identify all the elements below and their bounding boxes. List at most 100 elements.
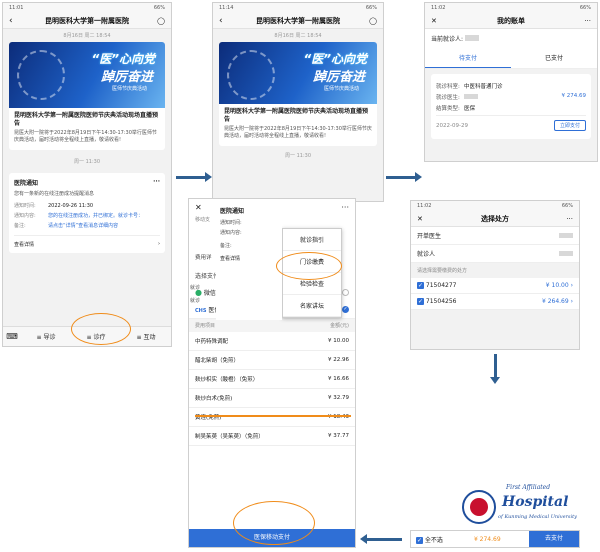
notice-detail-label[interactable]: 查看详情 xyxy=(216,252,282,265)
more-icon[interactable]: ··· xyxy=(341,203,349,212)
notice-detail-link[interactable]: 查看详情 › xyxy=(14,234,160,248)
patient-name-blur xyxy=(559,251,573,256)
dna-graphic xyxy=(227,50,275,100)
notice-remark-label: 备注: xyxy=(220,243,232,249)
battery-level: 66% xyxy=(579,5,591,11)
phone-bill: 11:02 66% ✕ 我的账单 ··· 当前就诊人: 待支付 已支付 就诊科室… xyxy=(424,2,598,162)
prescription-row[interactable]: ✓ 71504256 ¥ 264.69 › xyxy=(411,294,579,310)
notice-sub: 您有一条新的在线注册成功提醒消息 xyxy=(14,190,95,197)
insurance-radio[interactable]: ✓ xyxy=(342,306,349,313)
fee-list: 中药特殊调配 ¥ 10.00 醋北柴胡（免煎） ¥ 22.96 麸炒枳实（酸橙）（免煎）… xyxy=(189,332,355,446)
page-title: 我的账单 xyxy=(497,16,525,25)
menu-item-guide[interactable]: 就诊指引 xyxy=(283,229,341,251)
nav-bar: ‹ 昆明医科大学第一附属医院 ◯ xyxy=(3,13,171,29)
article-date: 8月16日 周二 18:54 xyxy=(274,33,322,39)
notice-card[interactable]: 医院通知 ··· 您有一条新的在线注册成功提醒消息 通知时间: 2022-09-26… xyxy=(9,172,165,253)
logo-line2: Hospital xyxy=(502,494,569,510)
fee-item-name: 麸炒白术(免煎) xyxy=(195,396,233,402)
fee-item-amount: ¥ 22.96 xyxy=(328,357,349,363)
page-title: 昆明医科大学第一附属医院 xyxy=(256,16,340,25)
message-time: 周一 11:30 xyxy=(74,158,100,165)
col-item: 费用项目 xyxy=(195,323,216,329)
notice-content-value: 您的在线注册成功，并已绑定。就诊卡号： xyxy=(48,212,144,219)
select-hint: 请选择需要缴费的处方 xyxy=(417,268,468,274)
checkbox-checked-icon[interactable]: ✓ xyxy=(417,298,424,305)
fee-row: 醋北柴胡（免煎） ¥ 22.96 xyxy=(189,351,355,370)
back-icon[interactable]: ‹ xyxy=(9,16,13,26)
more-icon[interactable]: ··· xyxy=(153,178,160,187)
page-title: 昆明医科大学第一附属医院 xyxy=(45,16,129,25)
fee-item-amount: ¥ 32.79 xyxy=(328,395,349,401)
fee-item-name: 中药特殊调配 xyxy=(195,339,229,345)
fee-item-name: 麸炒枳实（酸橙）（免煎） xyxy=(195,377,259,383)
highlight-clinic xyxy=(71,313,131,345)
fee-row: 黄连(免煎) ¥ 18.43 xyxy=(189,408,355,427)
bill-card[interactable]: 就诊科室: 中医科普通门诊 就诊医生: ¥ 274.69 结算类型: 医保 2022-… xyxy=(431,74,591,139)
fee-row: 麸炒白术(免煎) ¥ 32.79 xyxy=(189,389,355,408)
article-desc: 昆医大附一院将于2022年8月19日下午14:30-17:30举行医师节庆典活动… xyxy=(224,126,372,140)
more-icon[interactable]: ··· xyxy=(584,17,591,25)
back-icon[interactable]: ‹ xyxy=(219,16,223,26)
bill-amount: ¥ 274.69 xyxy=(561,93,587,99)
flow-arrow-1 xyxy=(176,172,212,182)
tab-unpaid[interactable]: 待支付 xyxy=(425,48,511,68)
wechat-radio[interactable] xyxy=(342,289,349,296)
doctor-label: 开单医生 xyxy=(417,233,442,240)
article-title: 昆明医科大学第一附属医院医师节庆典活动现场直播预告 xyxy=(14,112,159,128)
banner-line1: “医”心向党 xyxy=(91,52,155,66)
patient-name-blur xyxy=(464,35,479,41)
close-icon[interactable]: ✕ xyxy=(417,215,423,223)
nav-bar: ✕ 选择处方 ··· xyxy=(411,211,579,227)
prescription-code: 71504277 xyxy=(425,282,457,289)
phone-home: 11:01 66% ‹ 昆明医科大学第一附属医院 ◯ 8月16日 周二 18:5… xyxy=(2,2,172,347)
menu-item-lecture[interactable]: 名家讲坛 xyxy=(283,295,341,317)
fee-table-header: 费用项目 金额(元) xyxy=(189,319,355,332)
user-icon[interactable]: ◯ xyxy=(369,17,377,25)
prescription-code: 71504256 xyxy=(425,298,457,305)
notice-title: 医院通知 xyxy=(220,208,245,215)
select-footer: ✓ 全不选 ¥ 274.69 去支付 xyxy=(410,530,580,548)
keyboard-icon[interactable]: ⌨ xyxy=(3,332,21,341)
doctor-name-blur xyxy=(464,94,478,99)
close-icon[interactable]: ✕ xyxy=(431,17,437,25)
prescription-amount: ¥ 264.69 xyxy=(541,298,569,305)
current-patient-label: 当前就诊人: xyxy=(431,36,464,43)
hospital-logo: First Affiliated Hospital of Kunming Med… xyxy=(462,482,592,532)
select-all-checkbox[interactable]: ✓ xyxy=(416,536,423,544)
total-amount: ¥ 274.69 xyxy=(473,535,501,543)
article-banner: “医”心向党 踔厉奋进 医师节庆典活动 xyxy=(9,42,165,108)
highlight-insurance-underline xyxy=(195,415,351,417)
logo-line3: of Kunming Medical University xyxy=(498,514,577,520)
more-icon[interactable]: ··· xyxy=(566,215,573,223)
select-all-label[interactable]: 全不选 xyxy=(425,537,443,544)
go-pay-button[interactable]: 去支付 xyxy=(529,531,579,547)
patient-label: 就诊人 xyxy=(417,251,436,258)
checkbox-checked-icon[interactable]: ✓ xyxy=(417,282,424,289)
close-icon[interactable]: ✕ xyxy=(195,203,202,212)
chs-icon: CHS xyxy=(195,308,207,314)
status-bar: 11:01 66% xyxy=(3,3,171,13)
battery-level: 66% xyxy=(561,203,573,209)
notice-remark-value: 请点击“详情”查看消息详细内容 xyxy=(48,222,119,229)
highlight-payment-menu xyxy=(276,252,342,280)
battery-level: 66% xyxy=(365,5,377,11)
pay-now-button[interactable]: 立即支付 xyxy=(553,120,586,131)
article-banner: “医”心向党 踔厉奋进 医师节庆典活动 xyxy=(219,42,377,104)
prescription-amount: ¥ 10.00 xyxy=(545,282,569,289)
chevron-right-icon: › xyxy=(158,240,160,247)
notice-detail-label: 查看详情 xyxy=(14,241,35,248)
dept-label: 就诊科室: xyxy=(436,84,460,90)
message-time: 周一 11:30 xyxy=(285,152,311,159)
article-card[interactable]: “医”心向党 踔厉奋进 医师节庆典活动 昆明医科大学第一附属医院医师节庆典活动现… xyxy=(219,42,377,146)
status-time: 11:01 xyxy=(9,5,24,11)
tab-guide[interactable]: ≡ 导诊 xyxy=(21,332,71,341)
user-icon[interactable]: ◯ xyxy=(157,17,165,25)
notice-remark-label: 备注: xyxy=(14,222,26,229)
prescription-row[interactable]: ✓ 71504277 ¥ 10.00 › xyxy=(411,278,579,294)
banner-line2: 踔厉奋进 xyxy=(312,70,365,85)
doctor-label: 就诊医生: xyxy=(436,95,460,101)
article-title: 昆明医科大学第一附属医院医师节庆典活动现场直播预告 xyxy=(224,108,369,124)
status-time: 11:14 xyxy=(219,5,234,11)
article-card[interactable]: “医”心向党 踔厉奋进 医师节庆典活动 昆明医科大学第一附属医院医师节庆典活动现… xyxy=(9,42,165,150)
tab-paid[interactable]: 已支付 xyxy=(511,48,597,68)
